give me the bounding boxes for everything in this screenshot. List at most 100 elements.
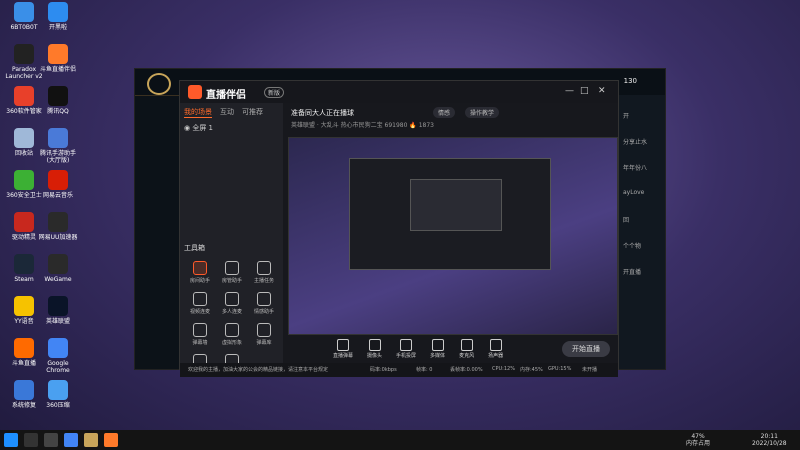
desktop-icon[interactable]: 网易云音乐 <box>36 170 80 199</box>
desktop-icon-label: 开黑啦 <box>48 24 67 31</box>
status-item: CPU:12% <box>492 366 515 372</box>
source-label: 多媒体 <box>430 353 446 359</box>
app-icon <box>48 170 68 190</box>
tool-button[interactable]: 房管助手 <box>216 261 248 284</box>
source-label: 扬声器 <box>488 353 504 359</box>
tag-category[interactable]: 情感 <box>433 107 456 118</box>
tool-label: 主播任务 <box>253 278 274 284</box>
tab-recommend[interactable]: 可推荐 <box>242 107 263 118</box>
app-icon <box>14 296 34 316</box>
app-icon <box>48 338 68 358</box>
lol-taskbar-icon[interactable] <box>84 433 98 447</box>
source-button[interactable]: 直播弹幕 <box>333 339 353 359</box>
app-icon <box>48 296 68 316</box>
source-button[interactable]: 麦克风 <box>459 339 474 359</box>
live-area: 准备同大人正在播球 情感 操作教学 英雄联盟 · 大乱斗 热心市民狗二宝 691… <box>283 103 618 363</box>
tool-label: 虚拟形象 <box>221 340 242 346</box>
search-icon[interactable] <box>24 433 38 447</box>
clock[interactable]: 20:11 2022/10/28 <box>752 433 787 447</box>
tool-button[interactable]: 弹幕库 <box>248 323 280 346</box>
source-label: 摄像头 <box>367 353 383 359</box>
tool-button[interactable]: 多人连麦 <box>216 292 248 315</box>
desktop-icon-label: WeGame <box>44 276 72 283</box>
source-button[interactable]: 摄像头 <box>367 339 382 359</box>
tab-my-scenes[interactable]: 我的场景 <box>184 107 212 118</box>
status-item: 帧率: 0 <box>416 367 433 373</box>
lol-logo-icon <box>147 73 171 95</box>
desktop-icon[interactable]: Google Chrome <box>36 338 80 374</box>
friend-row[interactable]: 分享止水 <box>623 137 661 147</box>
desktop-icon[interactable]: 英雄联盟 <box>36 296 80 325</box>
tool-button[interactable]: 虚拟形象 <box>216 323 248 346</box>
close-icon[interactable]: ✕ <box>598 86 606 96</box>
desktop-icon[interactable]: 腾讯手游助手 (大厅版) <box>36 128 80 164</box>
desktop-icon-label: 360压缩 <box>46 402 70 409</box>
room-title[interactable]: 准备同大人正在播球 <box>291 108 354 118</box>
desktop-icon[interactable]: 斗鱼直播伴侣 <box>36 44 80 73</box>
tool-button[interactable]: 主播任务 <box>248 261 280 284</box>
maximize-icon[interactable]: □ <box>580 86 589 96</box>
source-label: 麦克风 <box>459 353 475 359</box>
task-view-icon[interactable] <box>44 433 58 447</box>
streamer-taskbar-icon[interactable] <box>104 433 118 447</box>
desktop-icon[interactable]: WeGame <box>36 254 80 283</box>
friend-row[interactable]: 个个物 <box>623 241 661 251</box>
desktop-icon[interactable]: 网易UU加速器 <box>36 212 80 241</box>
scene-panel: 我的场景 互动 可推荐 ◉ 全屏 1 工具箱 房间助手 房管助手 主播任务 视频连麦 多… <box>180 103 283 377</box>
status-item: 丢帧率:0.00% <box>450 367 483 373</box>
tool-icon <box>257 323 271 337</box>
friend-row[interactable]: 开直播 <box>623 267 661 277</box>
version-badge[interactable]: 新版 <box>264 87 285 98</box>
source-button[interactable]: 手机投屏 <box>396 339 416 359</box>
desktop-icon[interactable]: 腾讯QQ <box>36 86 80 115</box>
tool-label: 多人连麦 <box>221 309 242 315</box>
scene-item[interactable]: ◉ 全屏 1 <box>184 123 213 133</box>
app-icon <box>14 86 34 106</box>
tag-subcategory[interactable]: 操作教学 <box>465 107 500 118</box>
tool-icon <box>225 292 239 306</box>
tool-button[interactable]: 房间助手 <box>184 261 216 284</box>
app-icon <box>48 212 68 232</box>
tool-label: 情感助手 <box>253 309 274 315</box>
source-button[interactable]: 多媒体 <box>430 339 445 359</box>
friend-row[interactable]: 开 <box>623 111 661 121</box>
chrome-taskbar-icon[interactable] <box>64 433 78 447</box>
source-button[interactable]: 扬声器 <box>488 339 503 359</box>
source-label: 直播弹幕 <box>333 353 354 359</box>
app-icon <box>48 128 68 148</box>
desktop-icon-label: Google Chrome <box>46 360 70 374</box>
friend-row[interactable]: 年年份八 <box>623 163 661 173</box>
tool-button[interactable]: 情感助手 <box>248 292 280 315</box>
clock-date: 2022/10/28 <box>752 440 787 447</box>
nested-preview-inner <box>410 179 502 231</box>
desktop-icon[interactable]: 开黑啦 <box>36 2 80 31</box>
desktop-icon[interactable]: 360压缩 <box>36 380 80 409</box>
app-icon <box>14 128 34 148</box>
friend-row[interactable]: 回 <box>623 215 661 225</box>
app-logo-icon <box>188 85 202 99</box>
streamer-app-window[interactable]: 直播伴侣 新版 — □ ✕ 我的场景 互动 可推荐 ◉ 全屏 1 工具箱 房间助… <box>179 80 619 377</box>
tool-button[interactable]: 视频连麦 <box>184 292 216 315</box>
source-icon <box>460 339 473 351</box>
source-icon <box>337 339 349 351</box>
app-icon <box>48 44 68 64</box>
tool-label: 房间助手 <box>189 278 210 284</box>
app-icon <box>14 380 34 400</box>
desktop-icon-label: 网易UU加速器 <box>38 234 78 241</box>
tool-label: 视频连麦 <box>189 309 210 315</box>
friend-row[interactable]: ayLove <box>623 189 661 199</box>
tool-button[interactable]: 弹幕墙 <box>184 323 216 346</box>
minimize-icon[interactable]: — <box>565 86 574 96</box>
app-titlebar: 直播伴侣 新版 — □ ✕ <box>180 81 618 103</box>
clock-time: 20:11 <box>760 433 778 440</box>
tab-interact[interactable]: 互动 <box>220 107 234 118</box>
app-icon <box>14 254 34 274</box>
start-live-button[interactable]: 开始直播 <box>562 341 610 357</box>
source-icon <box>489 339 502 351</box>
source-icon <box>400 339 413 351</box>
app-icon <box>48 254 68 274</box>
battery-indicator[interactable]: 47% 内存占用 <box>686 433 710 447</box>
battery-label: 内存占用 <box>686 440 711 447</box>
app-icon <box>14 212 34 232</box>
start-icon[interactable] <box>4 433 18 447</box>
